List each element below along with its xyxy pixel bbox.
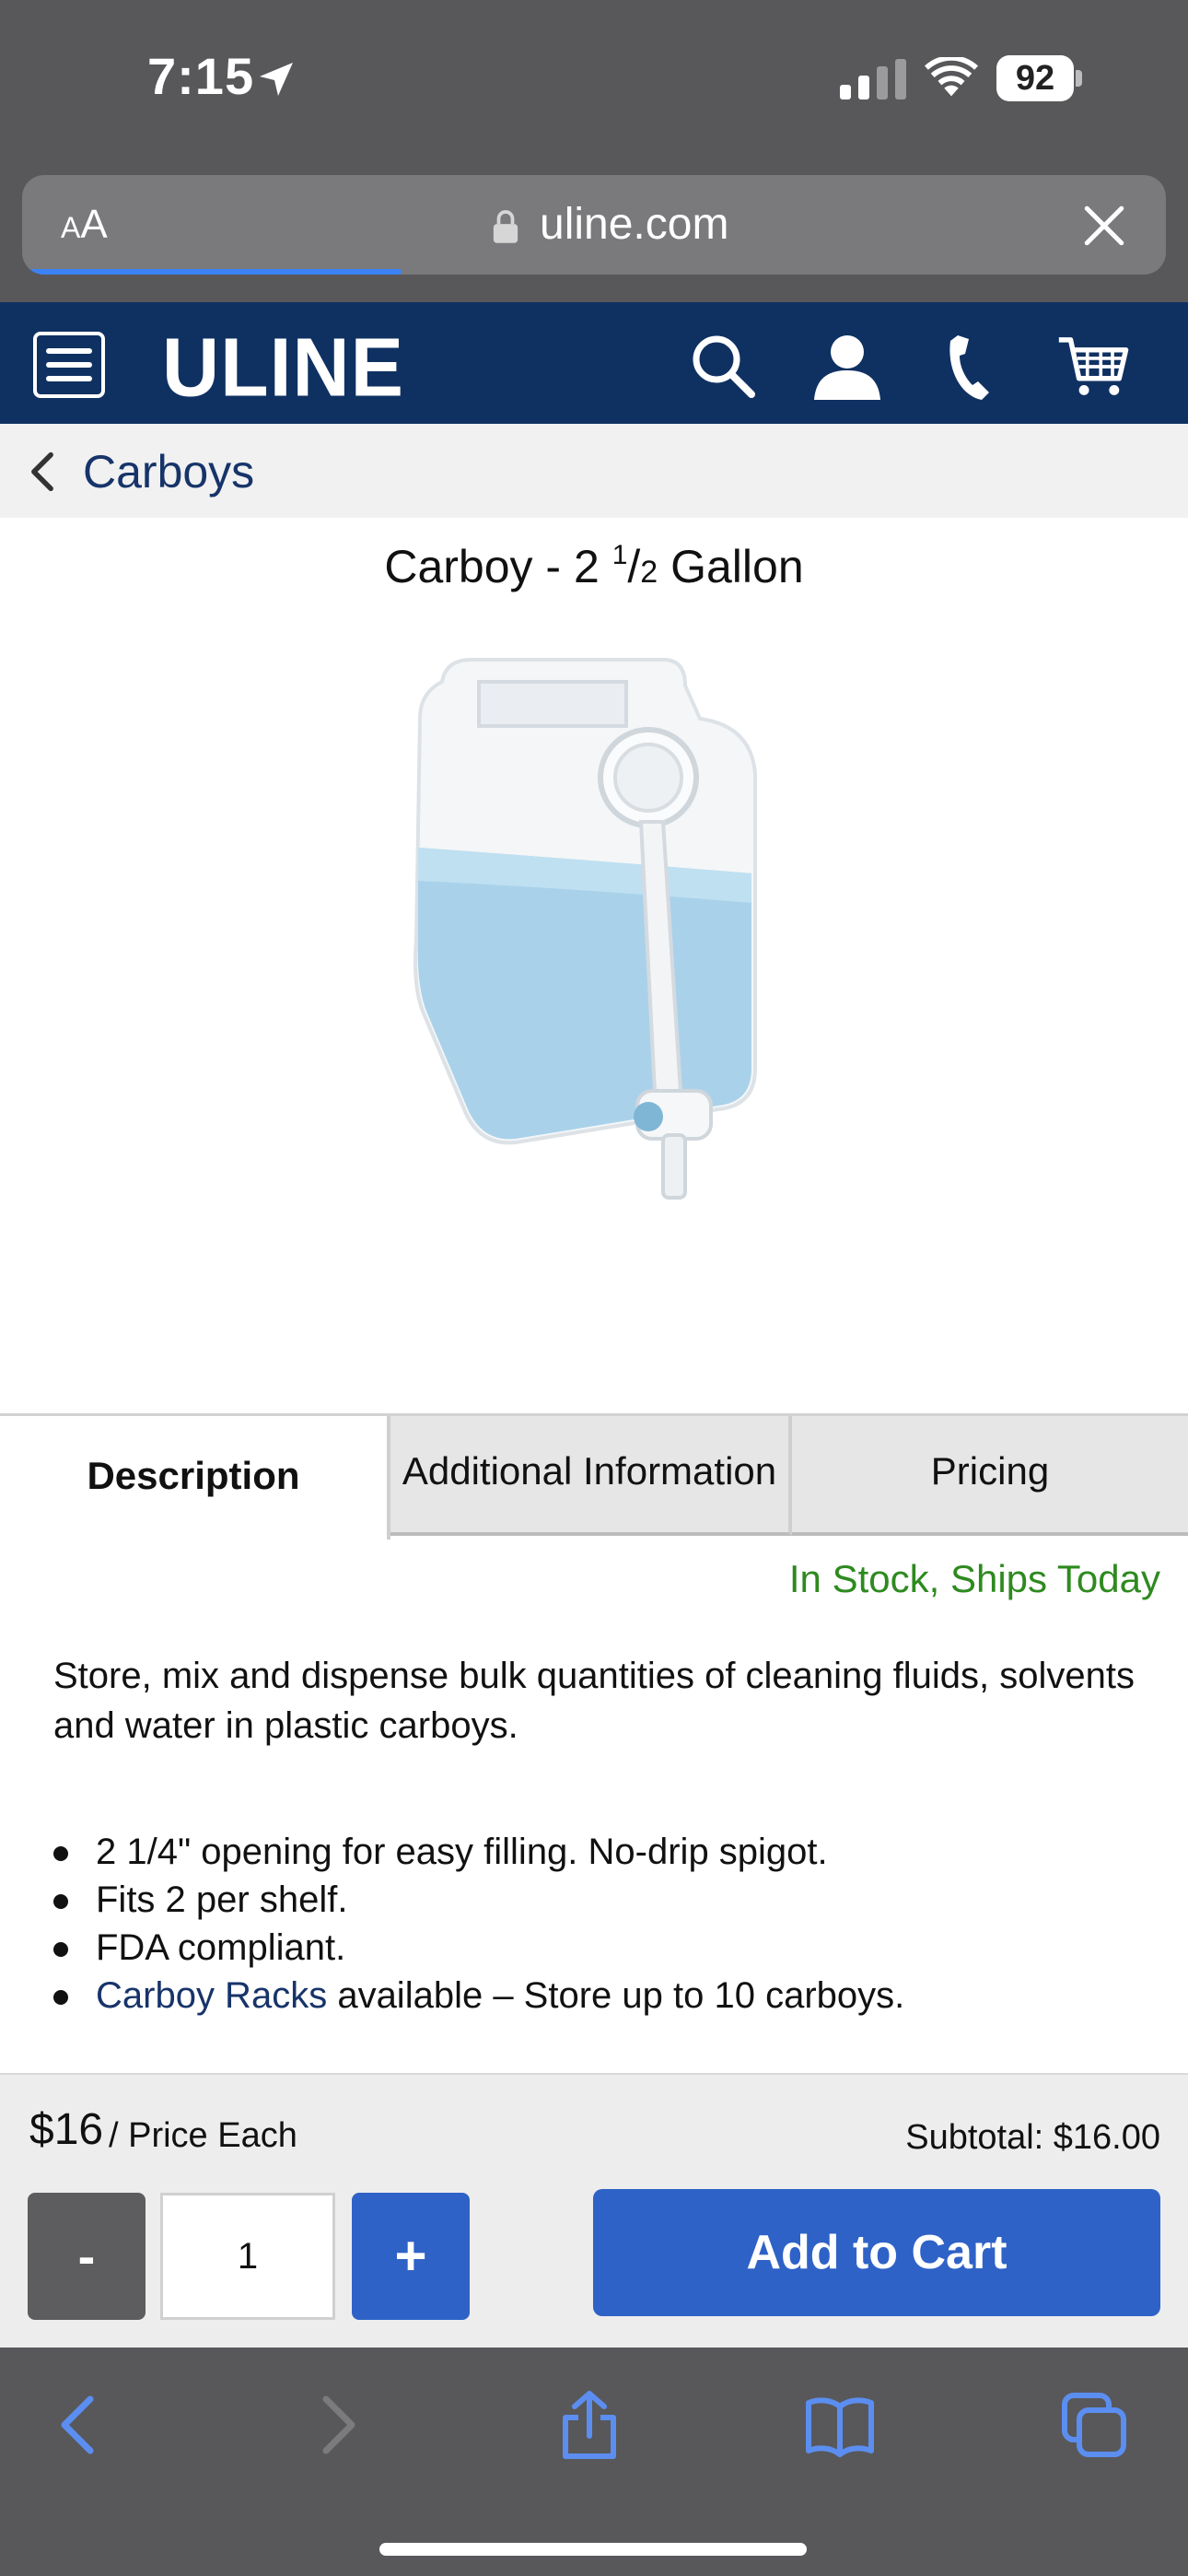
battery-indicator: 92 <box>996 55 1083 101</box>
carboy-racks-link[interactable]: Carboy Racks <box>96 1975 327 2016</box>
hamburger-menu-button[interactable] <box>33 332 105 398</box>
feature-list: 2 1/4" opening for easy filling. No-drip… <box>53 1828 1159 2020</box>
browser-toolbar <box>0 2348 1188 2576</box>
back-icon[interactable] <box>42 2388 116 2462</box>
home-indicator <box>379 2543 807 2556</box>
title-prefix: Carboy - 2 <box>384 541 612 592</box>
reader-options-button[interactable]: AA <box>61 197 108 252</box>
list-item: FDA compliant. <box>53 1924 1159 1972</box>
cellular-signal-icon <box>840 59 906 100</box>
tabs-icon[interactable] <box>1057 2388 1131 2462</box>
uline-logo[interactable]: ULINE <box>162 321 404 416</box>
quantity-decrease-button[interactable]: - <box>28 2193 146 2320</box>
location-arrow-icon <box>260 63 293 96</box>
status-bar: 7:15 92 <box>0 0 1188 166</box>
battery-tip <box>1076 70 1082 87</box>
purchase-bar: $16 / Price Each Subtotal: $16.00 - 1 + … <box>0 2073 1188 2348</box>
add-to-cart-button[interactable]: Add to Cart <box>593 2189 1160 2316</box>
status-time: 7:15 <box>147 47 255 105</box>
breadcrumb-label[interactable]: Carboys <box>83 444 254 499</box>
menu-line <box>46 348 92 354</box>
browser-top-bar: AA uline.com <box>0 166 1188 302</box>
lock-icon <box>493 210 518 243</box>
list-item: Carboy Racks available – Store up to 10 … <box>53 1972 1159 2020</box>
chevron-left-icon[interactable] <box>26 451 59 492</box>
address-field[interactable]: AA uline.com <box>22 175 1166 275</box>
price-amount: $16 <box>29 2105 104 2154</box>
page-load-progress <box>28 269 402 275</box>
title-suffix: Gallon <box>658 541 804 592</box>
bookmarks-icon[interactable] <box>803 2388 877 2462</box>
url-text: uline.com <box>540 200 729 249</box>
quantity-increase-button[interactable]: + <box>352 2193 470 2320</box>
list-item: Fits 2 per shelf. <box>53 1876 1159 1924</box>
account-icon[interactable] <box>810 330 884 404</box>
product-image <box>413 658 757 1200</box>
wifi-icon <box>925 57 978 97</box>
site-header: ULINE <box>0 302 1188 424</box>
close-icon[interactable] <box>1081 203 1127 249</box>
tab-description[interactable]: Description <box>0 1416 390 1540</box>
title-fraction-denominator: 2 <box>640 555 658 590</box>
tab-additional-information[interactable]: Additional Information <box>390 1416 792 1536</box>
stock-status: In Stock, Ships Today <box>788 1557 1160 1600</box>
cart-icon[interactable] <box>1057 330 1131 404</box>
menu-line <box>46 362 92 368</box>
page-title: Carboy - 2 1/2 Gallon <box>384 540 804 592</box>
forward-icon[interactable] <box>300 2388 374 2462</box>
battery-level: 92 <box>1015 59 1055 98</box>
carboy-racks-suffix: available – Store up to 10 carboys. <box>327 1975 905 2016</box>
phone-icon[interactable] <box>936 330 1009 404</box>
price-unit: / Price Each <box>109 2116 297 2155</box>
tab-pricing[interactable]: Pricing <box>792 1416 1188 1536</box>
quantity-input[interactable]: 1 <box>160 2193 335 2320</box>
product-tabs: Description Additional Information Prici… <box>0 1413 1188 1540</box>
search-icon[interactable] <box>687 330 761 404</box>
title-fraction-numerator: 1 <box>611 540 628 570</box>
subtotal: Subtotal: $16.00 <box>905 2118 1160 2157</box>
aa-large-letter: A <box>80 202 108 247</box>
share-icon[interactable] <box>553 2388 626 2462</box>
list-item: 2 1/4" opening for easy filling. No-drip… <box>53 1828 1159 1876</box>
aa-small-letter: A <box>61 211 81 244</box>
description-intro: Store, mix and dispense bulk quantities … <box>53 1656 1136 1746</box>
breadcrumb[interactable]: Carboys <box>0 424 1188 518</box>
menu-line <box>46 376 92 381</box>
